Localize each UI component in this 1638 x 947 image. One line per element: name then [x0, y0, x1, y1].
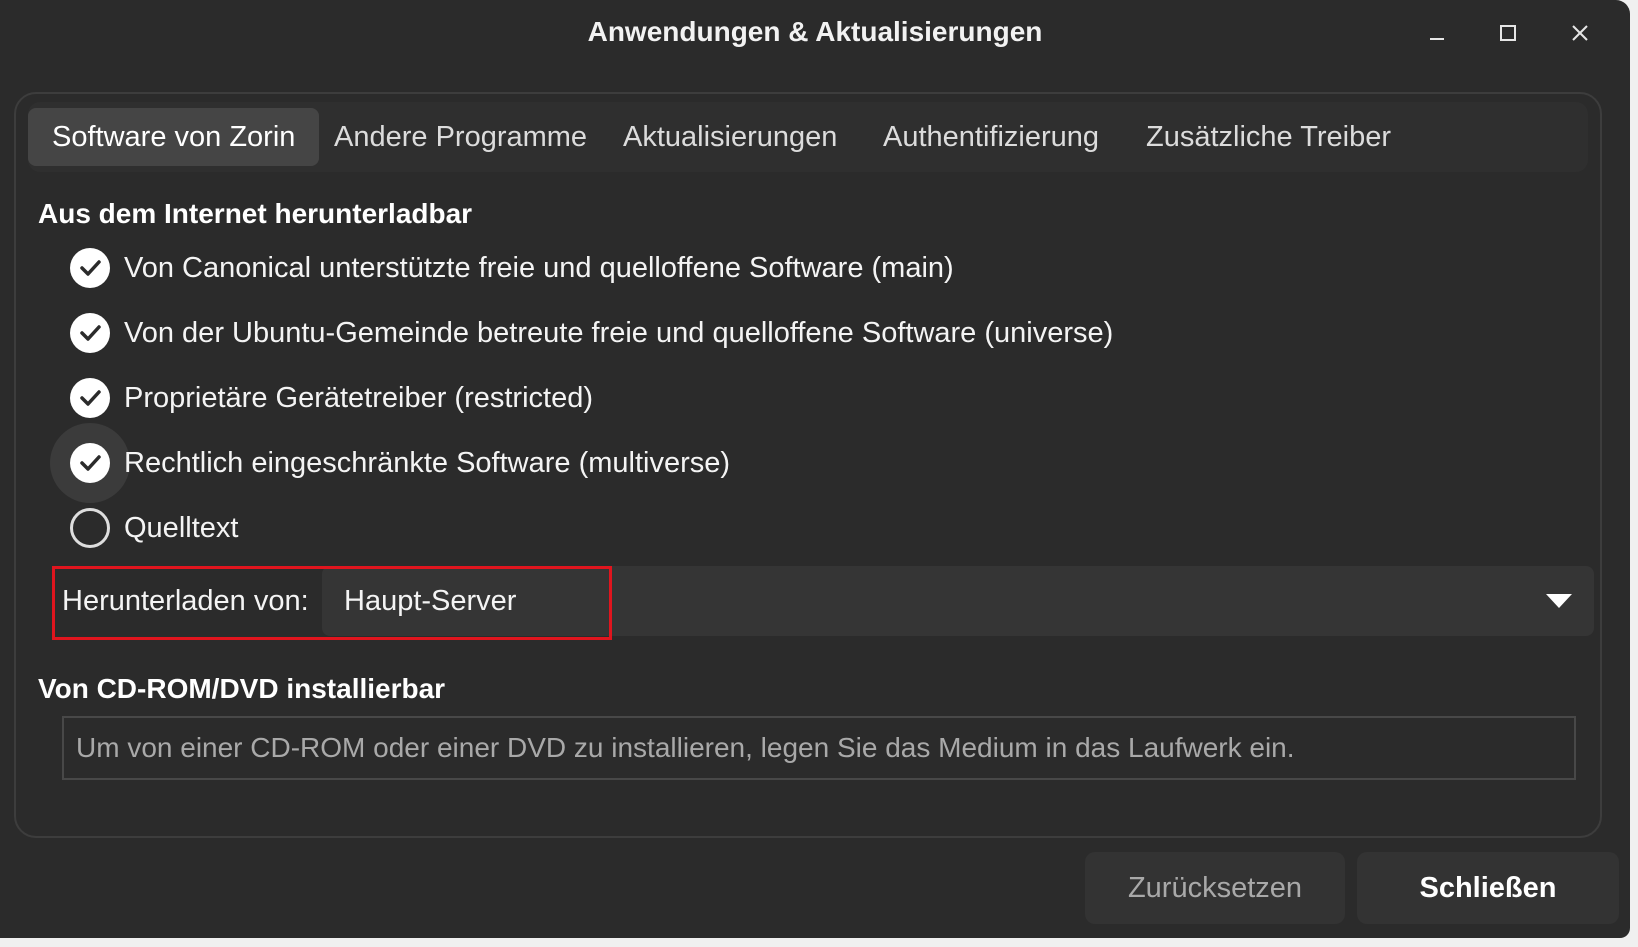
check-icon — [70, 378, 110, 418]
download-server-dropdown[interactable]: Haupt-Server — [322, 566, 1594, 636]
check-icon — [70, 313, 110, 353]
close-window-button[interactable] — [1558, 14, 1602, 52]
window-title: Anwendungen & Aktualisierungen — [587, 16, 1043, 47]
maximize-icon — [1500, 25, 1516, 41]
cdrom-info-box: Um von einer CD-ROM oder einer DVD zu in… — [62, 716, 1576, 780]
close-icon — [1572, 25, 1588, 41]
minimize-icon — [1430, 38, 1444, 40]
minimize-button[interactable] — [1415, 14, 1459, 52]
title-bar[interactable]: Anwendungen & Aktualisierungen — [0, 0, 1630, 66]
download-server-value: Haupt-Server — [344, 585, 517, 617]
unchecked-circle-icon — [70, 508, 110, 548]
download-from-row: Herunterladen von: Haupt-Server — [52, 566, 1594, 640]
source-restricted-checkbox[interactable]: Proprietäre Gerätetreiber (restricted) — [70, 375, 593, 421]
tab-authentifizierung[interactable]: Authentifizierung — [859, 108, 1123, 166]
tab-andere-programme[interactable]: Andere Programme — [310, 108, 611, 166]
tab-zusaetzliche-treiber[interactable]: Zusätzliche Treiber — [1122, 108, 1415, 166]
tab-bar: Software von Zorin Andere Programme Aktu… — [28, 102, 1588, 172]
source-main-checkbox[interactable]: Von Canonical unterstützte freie und que… — [70, 245, 954, 291]
check-icon — [70, 248, 110, 288]
dropdown-arrow-icon — [1546, 594, 1572, 608]
source-multiverse-checkbox[interactable]: Rechtlich eingeschränkte Software (multi… — [50, 423, 731, 503]
cdrom-section-title: Von CD-ROM/DVD installierbar — [38, 673, 446, 704]
close-button[interactable]: Schließen — [1357, 852, 1619, 924]
source-multiverse-label: Rechtlich eingeschränkte Software (multi… — [124, 446, 731, 479]
source-main-label: Von Canonical unterstützte freie und que… — [124, 251, 954, 284]
source-restricted-label: Proprietäre Gerätetreiber (restricted) — [124, 381, 593, 414]
tab-aktualisierungen[interactable]: Aktualisierungen — [599, 108, 861, 166]
reset-button[interactable]: Zurücksetzen — [1085, 852, 1345, 924]
software-sources-window: Anwendungen & Aktualisierungen Software … — [0, 0, 1630, 938]
maximize-button[interactable] — [1486, 14, 1530, 52]
source-universe-checkbox[interactable]: Von der Ubuntu-Gemeinde betreute freie u… — [70, 310, 1113, 356]
source-code-checkbox[interactable]: Quelltext — [70, 505, 238, 551]
source-code-label: Quelltext — [124, 511, 239, 544]
content-panel: Software von Zorin Andere Programme Aktu… — [14, 92, 1602, 838]
download-from-label: Herunterladen von: — [62, 585, 309, 617]
source-universe-label: Von der Ubuntu-Gemeinde betreute freie u… — [124, 316, 1114, 349]
check-icon — [50, 423, 130, 503]
tab-software-von-zorin[interactable]: Software von Zorin — [28, 108, 320, 166]
internet-section-title: Aus dem Internet herunterladbar — [38, 198, 473, 229]
